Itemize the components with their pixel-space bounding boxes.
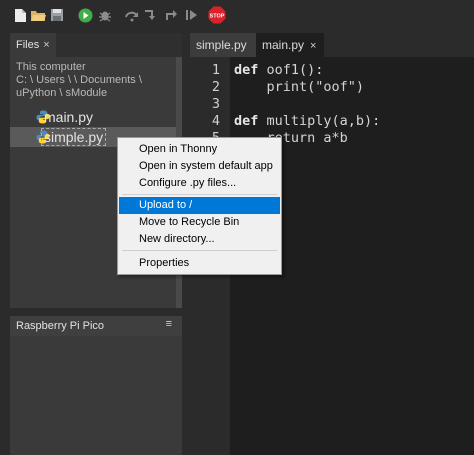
menu-item-configure-py-files[interactable]: Configure .py files...	[119, 175, 280, 192]
toolbar: STOP	[0, 0, 474, 30]
code-line: print("oof")	[234, 79, 365, 95]
line-number: 2	[211, 79, 220, 95]
stop-icon[interactable]: STOP	[208, 6, 226, 24]
stop-label: STOP	[210, 14, 225, 20]
files-tab-label: Files	[16, 39, 40, 51]
tab-label: simple.py	[196, 38, 247, 52]
code-text: print("oof")	[234, 79, 365, 95]
code-text: oof1():	[258, 62, 324, 78]
menu-item-new-directory[interactable]: New directory...	[119, 231, 280, 248]
close-icon[interactable]: ×	[43, 39, 49, 51]
step-out-icon[interactable]	[164, 7, 180, 23]
tab-label: main.py	[262, 38, 305, 52]
step-over-icon[interactable]	[124, 7, 140, 23]
menu-item-move-to-recycle-bin[interactable]: Move to Recycle Bin	[119, 214, 280, 231]
file-name: simple.py	[40, 128, 107, 146]
debug-icon[interactable]	[97, 7, 113, 23]
run-icon[interactable]	[77, 7, 93, 23]
file-item-main[interactable]: main.py	[10, 107, 176, 127]
code-line: def multiply(a,b):	[234, 113, 380, 129]
menu-item-properties[interactable]: Properties	[119, 255, 280, 272]
line-number: 1	[211, 62, 220, 78]
resume-icon[interactable]	[184, 7, 200, 23]
file-name: main.py	[44, 109, 94, 125]
line-number: 4	[211, 113, 220, 129]
tab-main-py[interactable]: main.py ×	[256, 33, 324, 57]
code-text: multiply(a,b):	[258, 113, 381, 129]
tab-files[interactable]: Files ×	[10, 33, 56, 57]
line-number: 3	[211, 96, 220, 112]
path-line: This computer	[16, 61, 86, 73]
menu-separator	[122, 194, 277, 195]
menu-separator	[122, 250, 277, 251]
new-file-icon[interactable]	[12, 7, 28, 23]
context-menu: Open in Thonny Open in system default ap…	[117, 137, 282, 275]
keyword: def	[234, 62, 259, 78]
menu-item-upload-to[interactable]: Upload to /	[119, 197, 280, 214]
open-folder-icon[interactable]	[30, 7, 46, 23]
keyword: def	[234, 113, 259, 129]
breadcrumb[interactable]: This computer C: \ Users \ \ Documents \…	[16, 61, 180, 100]
tab-simple-py[interactable]: simple.py	[190, 33, 256, 57]
files-header: Files ×	[10, 33, 182, 57]
menu-icon[interactable]: ≡	[166, 318, 172, 330]
pico-title: Raspberry Pi Pico	[16, 320, 105, 332]
code-line: def oof1():	[234, 62, 323, 78]
save-icon[interactable]	[49, 7, 65, 23]
menu-item-open-in-thonny[interactable]: Open in Thonny	[119, 141, 280, 158]
menu-item-open-in-system-app[interactable]: Open in system default app	[119, 158, 280, 175]
close-icon[interactable]: ×	[310, 40, 316, 52]
pico-header: Raspberry Pi Pico ≡	[10, 316, 182, 336]
step-into-icon[interactable]	[143, 7, 159, 23]
path-line: uPython \ sModule	[16, 87, 108, 99]
pico-pane: Raspberry Pi Pico ≡	[10, 316, 182, 455]
editor-tabs: simple.py main.py ×	[190, 33, 474, 57]
path-line: C: \ Users \ \ Documents \	[16, 74, 142, 86]
